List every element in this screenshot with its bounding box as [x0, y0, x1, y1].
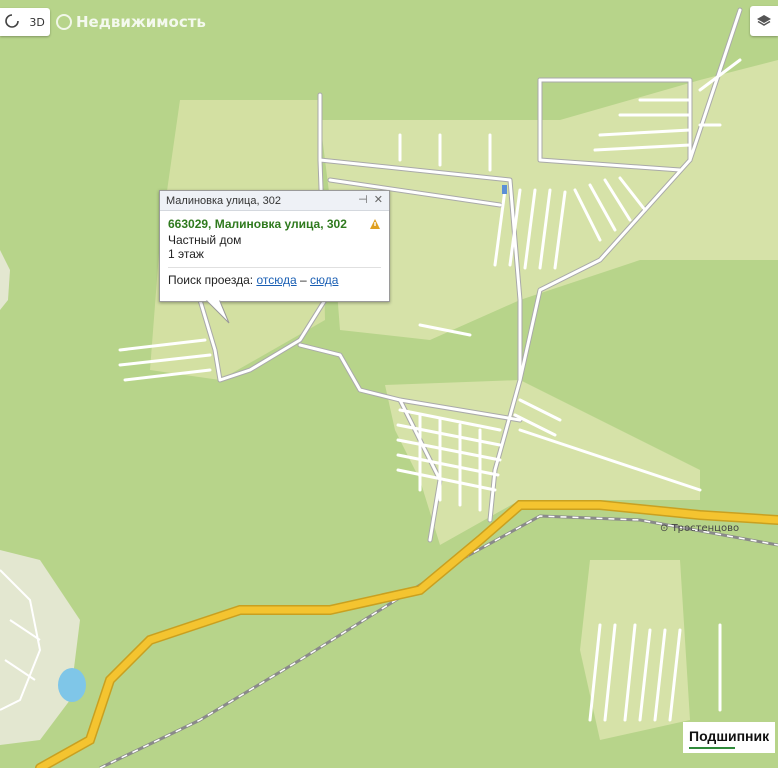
- warning-icon[interactable]: [370, 219, 380, 229]
- station-label[interactable]: Подшипник: [683, 722, 776, 753]
- layers-icon: [757, 15, 771, 26]
- pin-icon[interactable]: ⊣: [358, 194, 368, 206]
- map-layer: [0, 7, 778, 768]
- map-canvas[interactable]: 3D Недвижимость Малиновка улица, 302 ⊣ ✕…: [0, 0, 778, 768]
- building-marker: [502, 185, 507, 194]
- balloon-header: Малиновка улица, 302 ⊣ ✕: [160, 191, 389, 211]
- layers-button[interactable]: [750, 6, 778, 36]
- village-label[interactable]: ⊙ Тростенцово: [660, 523, 739, 534]
- route-from-link[interactable]: отсюда: [256, 273, 296, 287]
- balloon-tail: [205, 299, 230, 324]
- village-icon: ⊙: [660, 523, 669, 534]
- route-search: Поиск проезда: отсюда – сюда: [168, 273, 339, 287]
- balloon-type: Частный дом: [168, 233, 242, 247]
- info-balloon: Малиновка улица, 302 ⊣ ✕ 663029, Малинов…: [159, 190, 390, 302]
- balloon-floors: 1 этаж: [168, 247, 204, 261]
- spinner-icon[interactable]: [5, 13, 19, 31]
- brand-ring-icon: [56, 14, 72, 30]
- 3d-button[interactable]: 3D: [29, 16, 44, 29]
- close-icon[interactable]: ✕: [374, 194, 383, 206]
- route-to-link[interactable]: сюда: [310, 273, 338, 287]
- station-underline: [689, 747, 735, 749]
- brand-label[interactable]: Недвижимость: [56, 13, 206, 31]
- balloon-address: 663029, Малиновка улица, 302: [168, 217, 347, 231]
- map-controls: 3D: [0, 8, 50, 36]
